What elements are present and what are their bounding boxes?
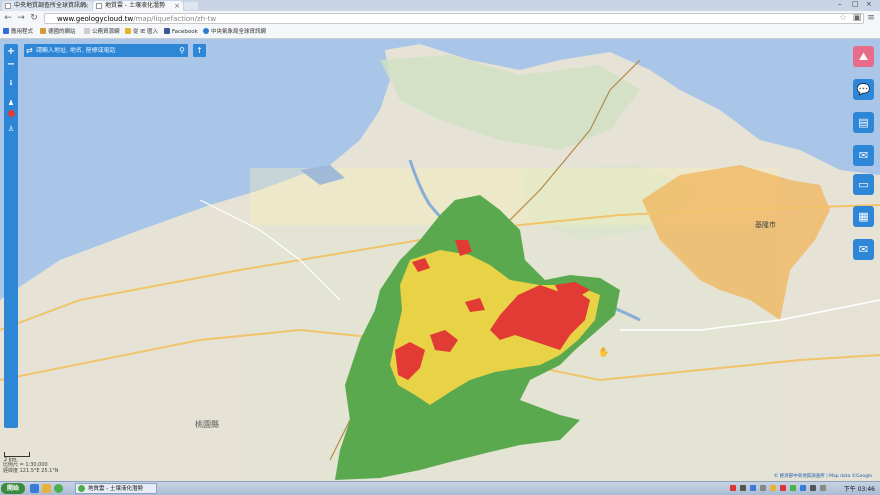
url-host: www.geologycloud.tw (57, 15, 134, 23)
folder-icon[interactable] (42, 484, 51, 493)
bookmark-label: 公務資源網 (92, 29, 120, 35)
coordinate-readout: 比例尺 = 1:30,000 經緯度 121.5°E 25.1°N (3, 462, 59, 474)
address-bar-row: ← → ↻ www.geologycloud.tw/map/liquefacti… (0, 11, 880, 27)
bookmark-facebook[interactable]: Facebook (164, 28, 198, 37)
url-path: /map/liquefaction/zh-tw (133, 15, 217, 23)
keelung-label: 基隆市 (755, 220, 776, 229)
bookmark-label: Facebook (172, 29, 198, 35)
person-icon[interactable]: ♙ (5, 123, 17, 135)
map-attribution[interactable]: © 經濟部中央地質調查所 | Map data ©Google (774, 473, 872, 479)
forward-icon[interactable]: → (16, 13, 26, 23)
browser-tab-2[interactable]: 地質雲 - 土壤液化潛勢 × (93, 1, 183, 11)
speech-bubble-icon[interactable]: ▭ (853, 174, 874, 195)
bookmark-icon (40, 28, 46, 34)
maximize-icon[interactable]: □ (852, 0, 859, 8)
zoom-out-button[interactable]: − (5, 59, 17, 71)
task-title: 地質雲 - 土壤液化潛勢 (88, 486, 143, 492)
bookmark-ie[interactable]: 從 IE 匯入 (125, 28, 158, 37)
close-tab-icon[interactable]: × (174, 1, 180, 11)
start-button[interactable]: 開始 (1, 483, 25, 494)
info-icon[interactable]: ℹ (5, 77, 17, 89)
tab-title: 中央地質調查所全球資訊網 (14, 2, 87, 9)
language-icon[interactable] (750, 485, 756, 491)
close-tab-icon[interactable]: × (83, 1, 89, 11)
chat-icon[interactable]: 💬 (853, 79, 874, 100)
browser-tab-bar: 中央地質調查所全球資訊網 × 地質雲 - 土壤液化潛勢 × – □ × (0, 0, 880, 11)
bookmark-label: 從 IE 匯入 (133, 29, 159, 35)
back-icon[interactable]: ← (3, 13, 13, 23)
tray-icon[interactable] (820, 485, 826, 491)
chrome-icon[interactable] (54, 484, 63, 493)
location-button[interactable] (5, 110, 17, 122)
tray-icon[interactable] (770, 485, 776, 491)
chrome-icon (78, 485, 85, 492)
directions-icon[interactable]: ⇄ (26, 44, 33, 57)
browser-tab-1[interactable]: 中央地質調查所全球資訊網 × (2, 1, 92, 11)
star-icon[interactable]: ☆ (838, 13, 848, 23)
tab-title: 地質雲 - 土壤液化潛勢 (105, 2, 165, 9)
folder-icon (125, 28, 131, 34)
tray-icon[interactable] (760, 485, 766, 491)
map-layers: 桃園縣 基隆市 (0, 39, 880, 481)
close-window-icon[interactable]: × (866, 0, 872, 8)
bookmark-label: 應用程式 (11, 29, 34, 35)
collapse-up-button[interactable]: ↑ (193, 44, 206, 57)
bookmark-german[interactable]: 德國的網站 (40, 28, 76, 37)
bookmarks-bar: 應用程式 德國的網站 公務資源網 從 IE 匯入 Facebook 中央氣象局全… (0, 27, 880, 39)
antivirus-icon[interactable] (730, 485, 736, 491)
taskbar-chrome-window[interactable]: 地質雲 - 土壤液化潛勢 (75, 483, 157, 494)
volume-icon[interactable] (810, 485, 816, 491)
comments-icon[interactable]: ▤ (853, 112, 874, 133)
reload-icon[interactable]: ↻ (29, 13, 39, 23)
url-field[interactable]: www.geologycloud.tw/map/liquefaction/zh-… (44, 13, 864, 24)
taoyuan-label: 桃園縣 (195, 419, 219, 429)
new-tab-button[interactable] (184, 2, 198, 10)
ie-icon[interactable] (30, 484, 39, 493)
extension-icon[interactable]: ▣ (852, 13, 862, 23)
tray-icon[interactable] (800, 485, 806, 491)
lat-lon: 經緯度 121.5°E 25.1°N (3, 468, 59, 474)
tray-icon[interactable] (780, 485, 786, 491)
page-icon (96, 3, 102, 9)
minimize-icon[interactable]: – (838, 0, 842, 8)
bookmark-gov[interactable]: 公務資源網 (84, 28, 120, 37)
address-search-box: ⇄ ⚲ (24, 44, 188, 57)
facebook-icon (164, 28, 170, 34)
map-canvas[interactable]: 桃園縣 基隆市 ✋ (0, 39, 880, 481)
layer-toggle-button[interactable]: ⛰ (853, 46, 874, 67)
page-icon (84, 28, 90, 34)
network-icon[interactable] (740, 485, 746, 491)
zoom-in-button[interactable]: + (5, 46, 17, 58)
message-icon[interactable]: ✉ (853, 145, 874, 166)
page-icon (5, 3, 11, 9)
hand-cursor-icon: ✋ (598, 348, 610, 358)
record-icon (7, 110, 15, 117)
id-card-icon[interactable]: ▦ (853, 206, 874, 227)
system-clock[interactable]: 下午 03:46 (844, 484, 875, 493)
email-icon[interactable]: ✉ (853, 239, 874, 260)
os-taskbar: 開始 地質雲 - 土壤液化潛勢 下午 03:46 (0, 481, 880, 495)
apps-icon (3, 28, 9, 34)
map-left-toolbar: + − ℹ ♟ ♙ (4, 44, 18, 428)
weather-icon (203, 28, 209, 34)
tray-icon[interactable] (790, 485, 796, 491)
search-icon[interactable]: ⚲ (179, 44, 185, 57)
bookmark-cwb[interactable]: 中央氣象局全球資訊網 (203, 28, 266, 37)
address-search-input[interactable] (36, 47, 156, 54)
bookmark-label: 德國的網站 (48, 29, 76, 35)
bookmark-apps[interactable]: 應用程式 (3, 28, 33, 37)
bookmark-label: 中央氣象局全球資訊網 (211, 29, 267, 35)
menu-icon[interactable]: ≡ (866, 13, 876, 23)
pegman-icon[interactable]: ♟ (5, 97, 17, 109)
